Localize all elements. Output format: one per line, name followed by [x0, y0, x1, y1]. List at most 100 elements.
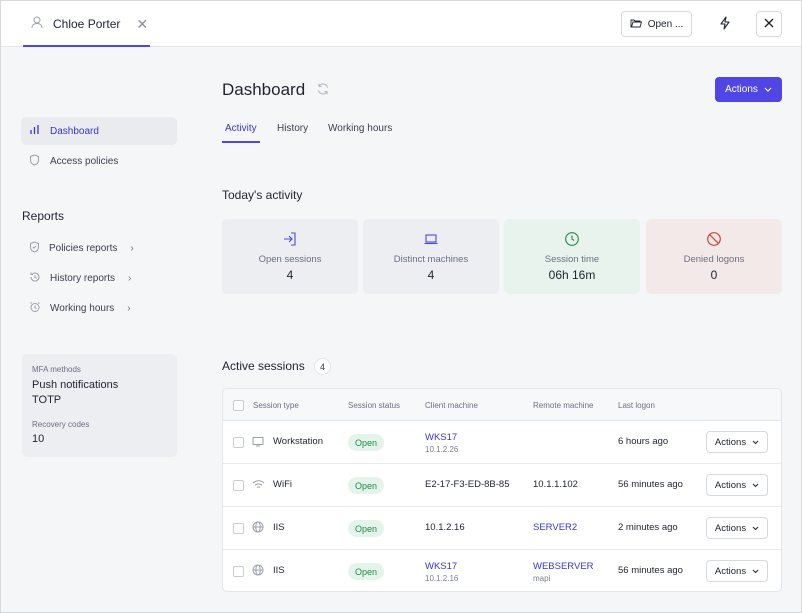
client-machine-ip: 10.1.2.26	[425, 445, 459, 454]
chevron-down-icon	[752, 523, 759, 534]
sidebar-item-label: Policies reports	[49, 242, 118, 254]
stat-card-session-time: Session time 06h 16m	[504, 219, 640, 294]
table-row[interactable]: IIS Open 10.1.2.16 SERVER2 2 minutes ago…	[223, 507, 781, 550]
client-machine: 10.1.2.16	[425, 522, 465, 533]
row-actions-button[interactable]: Actions	[706, 560, 768, 582]
globe-icon	[252, 521, 264, 536]
column-header-remote-machine: Remote machine	[533, 401, 594, 410]
mfa-card: MFA methods Push notifications TOTP Reco…	[22, 354, 177, 457]
close-icon	[764, 18, 774, 31]
actions-button-label: Actions	[725, 84, 758, 95]
user-icon	[31, 16, 43, 32]
status-badge: Open	[348, 477, 384, 494]
sidebar-item-history-reports[interactable]: History reports ›	[29, 268, 131, 288]
lightning-icon	[719, 15, 731, 33]
stat-value: 4	[427, 268, 435, 282]
row-actions-button[interactable]: Actions	[706, 474, 768, 496]
row-checkbox[interactable]	[233, 480, 244, 491]
table-row[interactable]: IIS Open WKS17 10.1.2.16 WEBSERVER mapi …	[223, 550, 781, 591]
tab-history[interactable]: History	[277, 123, 308, 134]
close-window-button[interactable]	[756, 11, 782, 37]
stat-card-distinct-machines: Distinct machines 4	[363, 219, 499, 294]
mfa-method-item: Push notifications	[32, 379, 119, 391]
bar-chart-icon	[29, 124, 40, 138]
reports-heading: Reports	[22, 209, 65, 223]
actions-button[interactable]: Actions	[715, 77, 782, 102]
tab-activity[interactable]: Activity	[225, 123, 257, 134]
last-logon: 56 minutes ago	[618, 565, 683, 576]
active-tab-indicator	[23, 45, 150, 47]
forbidden-icon	[706, 231, 722, 247]
chevron-right-icon: ›	[127, 302, 131, 314]
sidebar-item-label: History reports	[50, 272, 116, 284]
sidebar-item-dashboard[interactable]: Dashboard	[21, 117, 177, 145]
open-button-label: Open ...	[647, 18, 684, 30]
open-button[interactable]: Open ...	[621, 11, 692, 37]
app-window: Chloe Porter ✕ Open ... Dashboard Access…	[0, 0, 802, 613]
page-title: Dashboard	[222, 80, 306, 99]
sidebar-item-policies-reports[interactable]: Policies reports ›	[29, 238, 134, 258]
table-header: Session type Session status Client machi…	[223, 389, 781, 421]
shield-icon	[29, 153, 40, 169]
chevron-down-icon	[752, 437, 759, 448]
stat-label: Denied logons	[683, 254, 745, 265]
bolt-button[interactable]	[713, 12, 737, 36]
chevron-down-icon	[764, 84, 772, 95]
client-machine: E2-17-F3-ED-8B-85	[425, 479, 510, 490]
select-all-checkbox[interactable]	[233, 400, 244, 411]
refresh-icon[interactable]	[316, 82, 330, 99]
close-tab-icon[interactable]: ✕	[136, 16, 148, 33]
row-checkbox[interactable]	[233, 523, 244, 534]
last-logon: 56 minutes ago	[618, 479, 683, 490]
todays-activity-heading: Today's activity	[222, 188, 303, 202]
client-machine-link[interactable]: WKS17 10.1.2.16	[425, 561, 458, 583]
session-type: IIS	[273, 522, 285, 533]
row-actions-label: Actions	[714, 522, 747, 534]
chevron-down-icon	[752, 480, 759, 491]
stat-value: 06h 16m	[548, 268, 596, 282]
row-checkbox[interactable]	[233, 437, 244, 448]
stat-value: 4	[286, 268, 294, 282]
stat-label: Open sessions	[258, 254, 322, 265]
last-logon: 2 minutes ago	[618, 522, 678, 533]
chevron-right-icon: ›	[128, 272, 132, 284]
stat-card-open-sessions: Open sessions 4	[222, 219, 358, 294]
chevron-down-icon	[752, 566, 759, 577]
row-actions-button[interactable]: Actions	[706, 517, 768, 539]
last-logon: 6 hours ago	[618, 436, 669, 447]
history-icon	[29, 271, 41, 286]
wifi-icon	[252, 479, 265, 493]
row-actions-button[interactable]: Actions	[706, 431, 768, 453]
sidebar-item-label: Dashboard	[50, 125, 99, 137]
monitor-icon	[252, 436, 264, 450]
remote-machine: 10.1.1.102	[533, 479, 578, 490]
clock-icon	[564, 231, 580, 247]
table-row[interactable]: WiFi Open E2-17-F3-ED-8B-85 10.1.1.102 5…	[223, 464, 781, 507]
table-row[interactable]: Workstation Open WKS17 10.1.2.26 6 hours…	[223, 421, 781, 464]
column-header-session-status: Session status	[348, 401, 401, 410]
column-header-last-logon: Last logon	[618, 401, 655, 410]
status-badge: Open	[348, 563, 384, 580]
session-type: WiFi	[273, 479, 292, 490]
stat-card-denied-logons: Denied logons 0	[646, 219, 782, 294]
column-header-client-machine: Client machine	[425, 401, 478, 410]
sidebar-item-label: Working hours	[50, 302, 115, 314]
row-checkbox[interactable]	[233, 566, 244, 577]
remote-machine-link[interactable]: SERVER2	[533, 522, 577, 533]
client-machine-name: WKS17	[425, 432, 458, 443]
session-type: Workstation	[273, 436, 323, 447]
sidebar-item-working-hours[interactable]: Working hours ›	[29, 298, 131, 318]
sidebar-item-access-policies[interactable]: Access policies	[21, 147, 177, 175]
recovery-codes-label: Recovery codes	[32, 420, 90, 429]
tab-working-hours[interactable]: Working hours	[328, 123, 392, 134]
mfa-methods-label: MFA methods	[32, 365, 81, 374]
folder-open-icon	[630, 18, 642, 31]
user-tab[interactable]: Chloe Porter ✕	[23, 1, 150, 47]
stat-value: 0	[710, 268, 718, 282]
stat-label: Session time	[544, 254, 600, 265]
remote-machine-name: WEBSERVER	[533, 561, 594, 572]
client-machine-link[interactable]: WKS17 10.1.2.26	[425, 432, 458, 454]
client-machine-ip: 10.1.2.16	[425, 574, 459, 583]
row-actions-label: Actions	[714, 565, 747, 577]
remote-machine-link[interactable]: WEBSERVER mapi	[533, 561, 594, 583]
